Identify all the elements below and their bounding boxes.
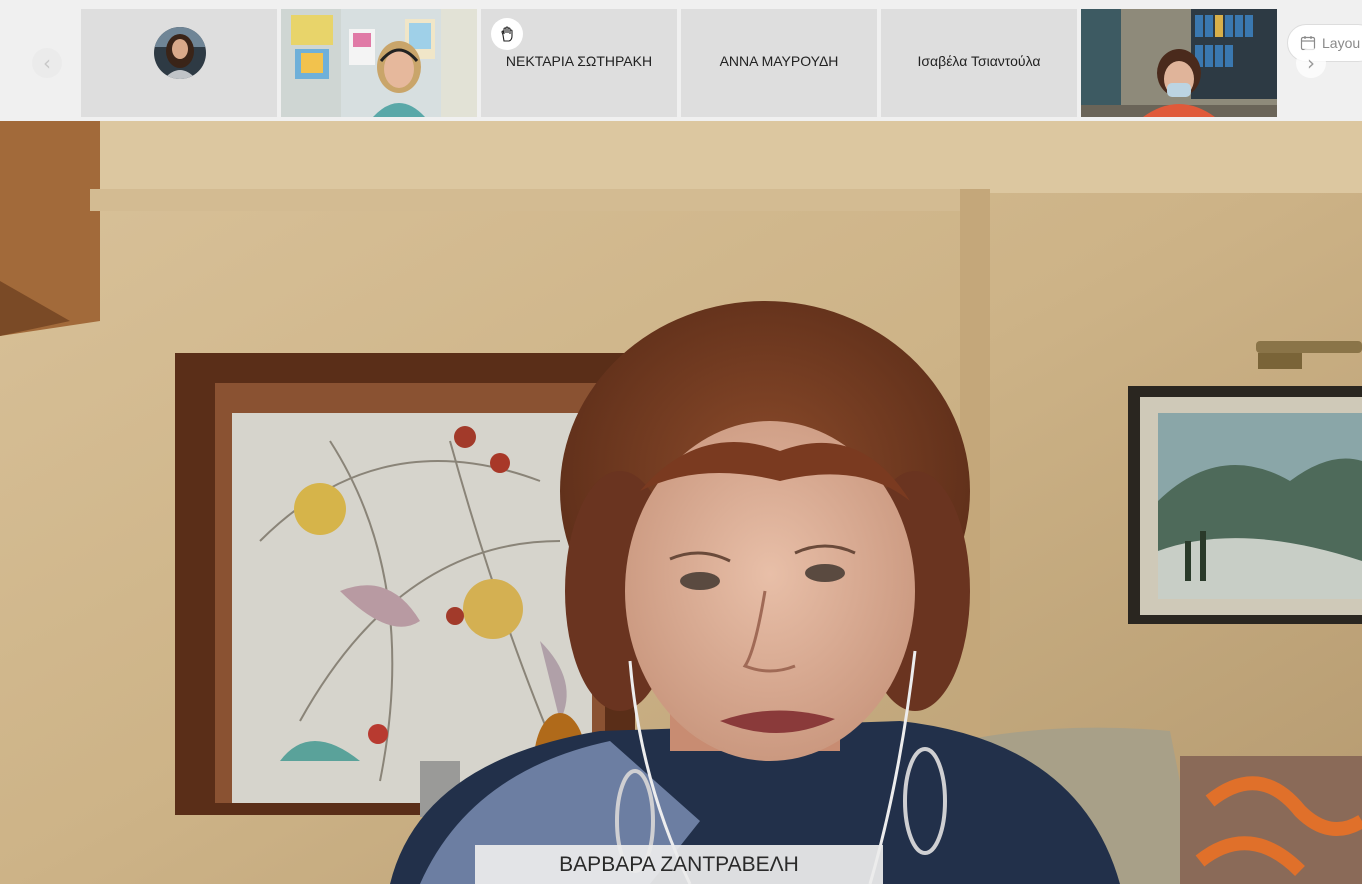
main-speaker-video xyxy=(0,121,1362,884)
raised-hand-icon xyxy=(491,18,523,50)
speaker-video-feed xyxy=(0,121,1362,884)
participant-tile-5[interactable]: Ισαβέλα Τσιαντούλα xyxy=(881,9,1077,117)
participant-name: ΝΕΚΤΑΡΙΑ ΣΩΤΗΡΑΚΗ xyxy=(505,53,653,69)
participant-video xyxy=(281,9,477,117)
chevron-left-icon[interactable]: ‹ xyxy=(32,48,62,78)
participant-tile-6[interactable] xyxy=(1081,9,1277,117)
speaker-name-label: ΒΑΡΒΑΡΑ ΖΑΝΤΡΑΒΕΛΗ xyxy=(475,845,883,884)
participant-strip: ‹ ΝΕΚΤΑΡΙΑ ΣΩΤΗΡΑΚΗ ΑΝΝΑ ΜΑΥΡΟΥΔΗ Ισαβέλ… xyxy=(0,0,1362,121)
layout-button-label: Layou xyxy=(1322,35,1361,51)
participant-tile-4[interactable]: ΑΝΝΑ ΜΑΥΡΟΥΔΗ xyxy=(681,9,877,117)
avatar xyxy=(154,27,206,79)
participant-tile-1[interactable] xyxy=(81,9,277,117)
participant-tile-3[interactable]: ΝΕΚΤΑΡΙΑ ΣΩΤΗΡΑΚΗ xyxy=(481,9,677,117)
participant-video xyxy=(1081,9,1277,117)
participant-name: ΑΝΝΑ ΜΑΥΡΟΥΔΗ xyxy=(719,53,839,69)
participant-tile-2[interactable] xyxy=(281,9,477,117)
chevron-right-icon[interactable]: › xyxy=(1296,48,1326,78)
participant-name: Ισαβέλα Τσιαντούλα xyxy=(917,53,1041,69)
